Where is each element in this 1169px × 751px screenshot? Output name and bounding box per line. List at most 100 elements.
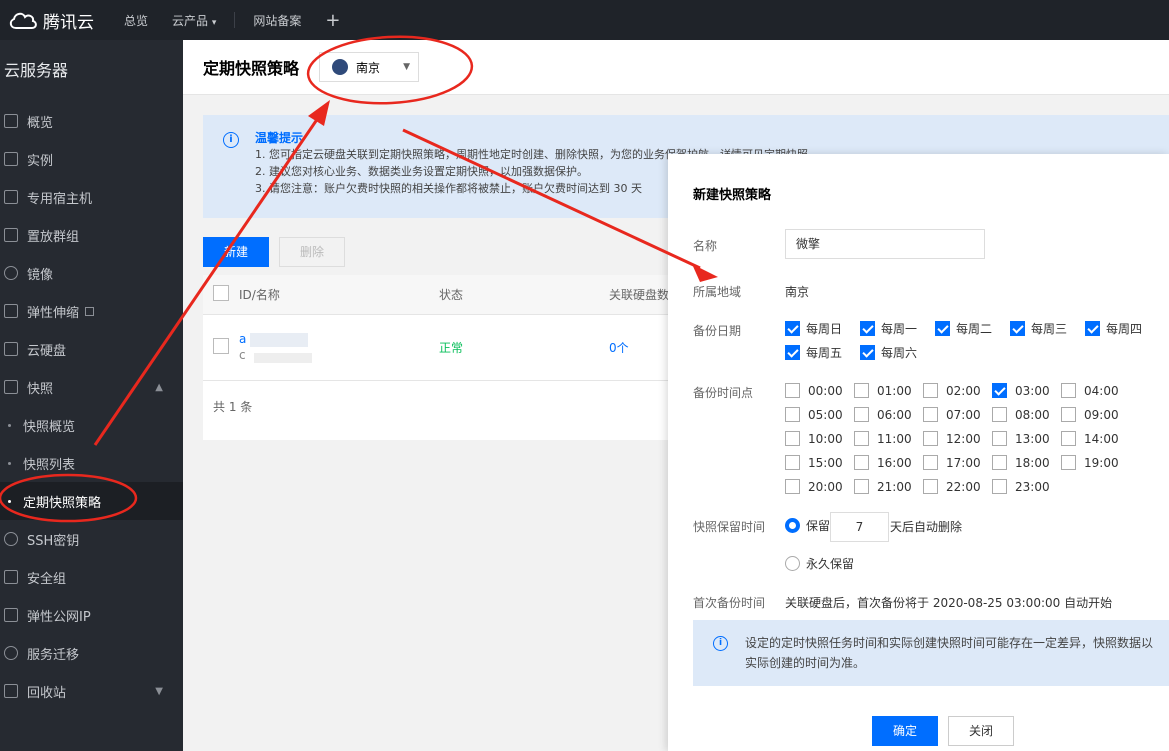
policy-name-prefix: c (239, 347, 246, 362)
day-checkbox[interactable]: 每周四 (1085, 320, 1142, 337)
time-label: 13:00 (1015, 431, 1050, 446)
time-checkbox[interactable]: 11:00 (854, 431, 912, 446)
time-checkbox[interactable]: 14:00 (1061, 431, 1119, 446)
checkbox-empty-icon (923, 479, 938, 494)
select-all-checkbox[interactable] (213, 285, 229, 301)
sidebar-item-auto-scaling[interactable]: 弹性伸缩 (0, 292, 183, 330)
time-label: 21:00 (877, 479, 912, 494)
retain-forever-radio[interactable]: 永久保留 (785, 555, 854, 572)
checkbox-empty-icon (1061, 407, 1076, 422)
time-checkbox[interactable]: 18:00 (992, 455, 1050, 470)
nav-products[interactable]: 云产品 ▾ (160, 12, 228, 29)
time-checkbox[interactable]: 13:00 (992, 431, 1050, 446)
sidebar-item-placement-group[interactable]: 置放群组 (0, 216, 183, 254)
policy-id-prefix: a (239, 332, 247, 347)
sidebar-item-label: 置放群组 (27, 229, 80, 245)
sidebar-item-label: 服务迁移 (27, 647, 80, 663)
day-checkbox[interactable]: 每周三 (1010, 320, 1067, 337)
region-text: 南京 (785, 285, 810, 299)
close-button[interactable]: 关闭 (948, 716, 1014, 746)
sidebar-item-images[interactable]: 镜像 (0, 254, 183, 292)
region-select[interactable]: 南京 ▼ (319, 52, 420, 82)
sidebar-sub-snapshot-overview[interactable]: 快照概览 (0, 406, 183, 444)
retain-suffix: 天后自动删除 (890, 520, 963, 534)
disc-icon (4, 266, 18, 280)
time-checkbox[interactable]: 15:00 (785, 455, 843, 470)
time-checkbox[interactable]: 12:00 (923, 431, 981, 446)
plus-icon[interactable]: + (313, 10, 352, 31)
create-button[interactable]: 新建 (203, 237, 269, 267)
layers-icon (4, 190, 18, 204)
row-checkbox[interactable] (213, 338, 229, 354)
time-checkbox[interactable]: 23:00 (992, 479, 1050, 494)
time-checkbox[interactable]: 09:00 (1061, 407, 1119, 422)
sidebar-sub-scheduled-snapshot[interactable]: 定期快照策略 (0, 482, 183, 520)
retain-days-input[interactable]: 7 (830, 512, 889, 542)
time-checkbox[interactable]: 20:00 (785, 479, 843, 494)
policy-id-link[interactable]: a (239, 332, 309, 347)
checkbox-empty-icon (992, 407, 1007, 422)
checkbox-empty-icon (854, 431, 869, 446)
grid-icon (4, 114, 18, 128)
time-checkbox[interactable]: 21:00 (854, 479, 912, 494)
time-label: 11:00 (877, 431, 912, 446)
time-checkbox[interactable]: 01:00 (854, 383, 912, 398)
nav-icp[interactable]: 网站备案 (241, 12, 313, 29)
delete-button[interactable]: 删除 (279, 237, 345, 267)
time-checkbox[interactable]: 19:00 (1061, 455, 1119, 470)
checkbox-empty-icon (854, 479, 869, 494)
day-checkbox[interactable]: 每周二 (935, 320, 992, 337)
sidebar-item-dedicated-host[interactable]: 专用宿主机 (0, 178, 183, 216)
region-value: 南京 (356, 60, 381, 75)
time-checkbox[interactable]: 08:00 (992, 407, 1050, 422)
region-label: 所属地域 (693, 285, 742, 299)
time-checkbox[interactable]: 00:00 (785, 383, 843, 398)
sidebar-sub-label: 快照概览 (23, 419, 76, 435)
time-checkbox[interactable]: 05:00 (785, 407, 843, 422)
sidebar-item-cloud-disk[interactable]: 云硬盘 (0, 330, 183, 368)
sidebar-item-recycle-bin[interactable]: 回收站 ▼ (0, 672, 183, 710)
caret-down-icon: ▼ (403, 62, 411, 72)
time-checkbox[interactable]: 22:00 (923, 479, 981, 494)
day-label: 每周四 (1106, 322, 1143, 336)
sidebar-item-overview[interactable]: 概览 (0, 102, 183, 140)
shield-icon (4, 570, 18, 584)
brand-name: 腾讯云 (43, 12, 94, 33)
chevron-up-icon: ▲ (155, 381, 163, 393)
sidebar-item-ssh-key[interactable]: SSH密钥 (0, 520, 183, 558)
time-checkbox[interactable]: 02:00 (923, 383, 981, 398)
brand-logo[interactable]: 腾讯云 (0, 8, 112, 33)
nav-overview[interactable]: 总览 (112, 12, 160, 29)
confirm-button[interactable]: 确定 (872, 716, 938, 746)
sidebar-item-security-group[interactable]: 安全组 (0, 558, 183, 596)
masked-id (250, 332, 309, 347)
external-link-icon (85, 306, 95, 316)
day-checkbox[interactable]: 每周日 (785, 320, 842, 337)
drawer-title: 新建快照策略 (693, 188, 772, 203)
time-checkbox[interactable]: 07:00 (923, 407, 981, 422)
time-label: 00:00 (808, 383, 843, 398)
day-checkbox[interactable]: 每周一 (860, 320, 917, 337)
retain-keep-radio[interactable]: 保留 (785, 517, 830, 534)
time-checkbox[interactable]: 04:00 (1061, 383, 1119, 398)
sidebar-item-eip[interactable]: 弹性公网IP (0, 596, 183, 634)
day-checkbox[interactable]: 每周六 (860, 344, 917, 361)
time-checkbox[interactable]: 06:00 (854, 407, 912, 422)
sidebar-sub-snapshot-list[interactable]: 快照列表 (0, 444, 183, 482)
time-checkbox[interactable]: 10:00 (785, 431, 843, 446)
sidebar-item-snapshot[interactable]: 快照 ▲ (0, 368, 183, 406)
time-checkbox[interactable]: 17:00 (923, 455, 981, 470)
name-input[interactable]: 微擎 (785, 229, 985, 259)
time-checkbox[interactable]: 03:00 (992, 383, 1050, 398)
time-label: 01:00 (877, 383, 912, 398)
time-label: 02:00 (946, 383, 981, 398)
time-checkbox[interactable]: 16:00 (854, 455, 912, 470)
day-checkbox[interactable]: 每周五 (785, 344, 842, 361)
checkbox-empty-icon (785, 455, 800, 470)
migrate-icon (4, 646, 18, 660)
sidebar: 云服务器 概览 实例 专用宿主机 置放群组 镜像 弹性伸缩 云硬盘 快照 ▲ 快照… (0, 40, 183, 751)
checkbox-empty-icon (854, 407, 869, 422)
sidebar-item-migration[interactable]: 服务迁移 (0, 634, 183, 672)
sidebar-item-label: 实例 (27, 153, 54, 169)
sidebar-item-instances[interactable]: 实例 (0, 140, 183, 178)
